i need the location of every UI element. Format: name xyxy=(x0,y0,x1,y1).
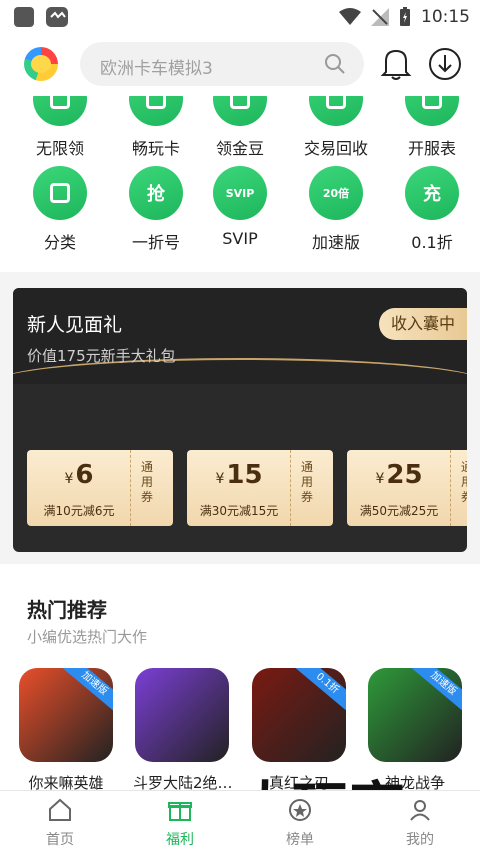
coupon-card[interactable]: ¥15 满30元减15元 通用券 xyxy=(187,450,333,526)
gift-box-icon xyxy=(168,802,192,821)
coupon-currency: ¥ xyxy=(215,471,225,487)
menu-item-2[interactable]: 领金豆 xyxy=(192,96,288,159)
bottom-tab-bar: 首页 福利 榜单 我的 xyxy=(0,790,480,853)
menu-item-6[interactable]: 抢一折号 xyxy=(108,166,204,253)
menu-label: SVIP xyxy=(222,229,258,248)
home-icon xyxy=(49,798,71,821)
hot-recommend-section: 热门推荐 小编优选热门大作 加速版 你来嘛英雄 斗罗大陆2绝… 0.1折 真红之刃 加速版… xyxy=(0,564,480,790)
notification-app-icon xyxy=(14,7,34,27)
coupon-condition: 满30元减15元 xyxy=(199,504,279,518)
tab-label: 首页 xyxy=(46,832,74,848)
menu-label: 分类 xyxy=(43,233,76,252)
game-name: 斗罗大陆2绝… xyxy=(133,774,231,790)
menu-item-5[interactable]: 分类 xyxy=(12,166,108,253)
tab-2[interactable]: 榜单 xyxy=(240,797,360,849)
user-icon xyxy=(410,800,430,821)
menu-label: 0.1折 xyxy=(411,233,453,252)
coupon-currency: ¥ xyxy=(375,471,385,487)
coupon-type: 通用券 xyxy=(301,460,314,504)
search-bar[interactable]: 欧洲卡车模拟3 xyxy=(80,42,364,86)
svip-diamond-icon: SVIP xyxy=(213,166,267,220)
menu-label: 一折号 xyxy=(131,233,180,252)
welfare-content[interactable]: 无限领 畅玩卡 领金豆 交易回收 开服表分类 抢一折号 SVIP SVIP 20倍加速版 充 0.1… xyxy=(0,96,480,790)
gamepad-app-icon xyxy=(46,7,68,27)
card-icon xyxy=(129,96,183,126)
game-item[interactable]: 斗罗大陆2绝… xyxy=(133,668,231,790)
wifi-icon xyxy=(339,8,361,25)
speed-icon: 20倍 xyxy=(309,166,363,220)
coupon-amount: 25 xyxy=(386,460,423,490)
menu-glyph: 20倍 xyxy=(322,187,350,200)
app-logo-icon[interactable] xyxy=(24,47,58,81)
gift-title: 新人见面礼 xyxy=(27,314,123,336)
bell-icon[interactable] xyxy=(380,47,412,81)
menu-label: 开服表 xyxy=(407,139,456,158)
no-signal-icon xyxy=(371,8,389,26)
game-badge: 0.1折 xyxy=(295,668,346,713)
recycle-icon xyxy=(309,96,363,126)
menu-label: 无限领 xyxy=(35,139,84,158)
menu-item-3[interactable]: 交易回收 xyxy=(288,96,384,159)
tab-1[interactable]: 福利 xyxy=(120,797,240,849)
menu-label: 加速版 xyxy=(311,233,360,252)
menu-glyph: SVIP xyxy=(225,186,255,200)
coupon-condition: 满10元减6元 xyxy=(43,504,115,518)
game-item[interactable]: 加速版你来嘛英雄 xyxy=(17,668,115,790)
game-icon[interactable] xyxy=(135,668,229,762)
tab-label: 榜单 xyxy=(286,832,314,848)
claim-gift-button[interactable]: 收入囊中 xyxy=(379,308,467,340)
grab-icon: 抢 xyxy=(129,166,183,220)
star-icon xyxy=(289,799,311,821)
section-title: 热门推荐 xyxy=(27,598,107,622)
bean-icon xyxy=(213,96,267,126)
game-icon[interactable]: 加速版 xyxy=(368,668,462,762)
top-bar: 欧洲卡车模拟3 xyxy=(0,34,480,96)
coupon-amount: 15 xyxy=(226,460,263,490)
menu-glyph: 充 xyxy=(423,184,441,205)
coupon-type: 通用券 xyxy=(141,460,154,504)
menu-item-1[interactable]: 畅玩卡 xyxy=(108,96,204,159)
gift-subtitle: 价值175元新手大礼包 xyxy=(27,347,176,365)
tab-label: 福利 xyxy=(166,832,194,848)
menu-label: 领金豆 xyxy=(215,139,264,158)
download-icon[interactable] xyxy=(428,47,462,81)
coupon-type: 通用券 xyxy=(461,460,467,505)
coupon-card[interactable]: ¥25 满50元减25元 通用券 xyxy=(347,450,467,526)
search-icon[interactable] xyxy=(324,53,346,75)
recharge-icon: 充 xyxy=(405,166,459,220)
quick-menu-grid: 无限领 畅玩卡 领金豆 交易回收 开服表分类 抢一折号 SVIP SVIP 20倍加速版 充 0.1… xyxy=(0,96,480,272)
new-user-gift-card: 新人见面礼 价值175元新手大礼包 收入囊中 ¥6 满10元减6元 通用券 ¥1… xyxy=(13,288,467,552)
category-icon xyxy=(33,166,87,220)
coupon-currency: ¥ xyxy=(64,471,74,487)
menu-item-0[interactable]: 无限领 xyxy=(12,96,108,159)
clock: 10:15 xyxy=(421,7,470,27)
search-input[interactable]: 欧洲卡车模拟3 xyxy=(100,54,213,79)
status-bar: 10:15 xyxy=(0,0,480,34)
battery-icon xyxy=(400,7,410,26)
coupon-card[interactable]: ¥6 满10元减6元 通用券 xyxy=(27,450,173,526)
coupon-amount: 6 xyxy=(75,460,94,490)
menu-item-4[interactable]: 开服表 xyxy=(384,96,480,159)
coupon-main: ¥25 满50元减25元 xyxy=(347,450,451,526)
tab-label: 我的 xyxy=(406,832,434,848)
menu-item-9[interactable]: 充 0.1折 xyxy=(384,166,480,253)
game-badge: 加速版 xyxy=(411,668,462,713)
coupon-condition: 满50元减25元 xyxy=(359,504,439,518)
menu-glyph: 抢 xyxy=(147,184,165,205)
tab-0[interactable]: 首页 xyxy=(0,797,120,849)
menu-item-8[interactable]: 20倍加速版 xyxy=(288,166,384,253)
menu-label: 交易回收 xyxy=(303,139,368,158)
game-icon[interactable]: 加速版 xyxy=(19,668,113,762)
coupon-main: ¥6 满10元减6元 xyxy=(27,450,131,526)
game-badge: 加速版 xyxy=(62,668,113,713)
menu-label: 畅玩卡 xyxy=(131,139,180,158)
section-subtitle: 小编优选热门大作 xyxy=(27,628,148,646)
calendar-icon xyxy=(405,96,459,126)
game-name: 你来嘛英雄 xyxy=(28,774,104,790)
game-icon[interactable]: 0.1折 xyxy=(252,668,346,762)
tab-3[interactable]: 我的 xyxy=(360,797,480,849)
gift-icon xyxy=(33,96,87,126)
coupon-main: ¥15 满30元减15元 xyxy=(187,450,291,526)
menu-item-7[interactable]: SVIP SVIP xyxy=(192,166,288,248)
